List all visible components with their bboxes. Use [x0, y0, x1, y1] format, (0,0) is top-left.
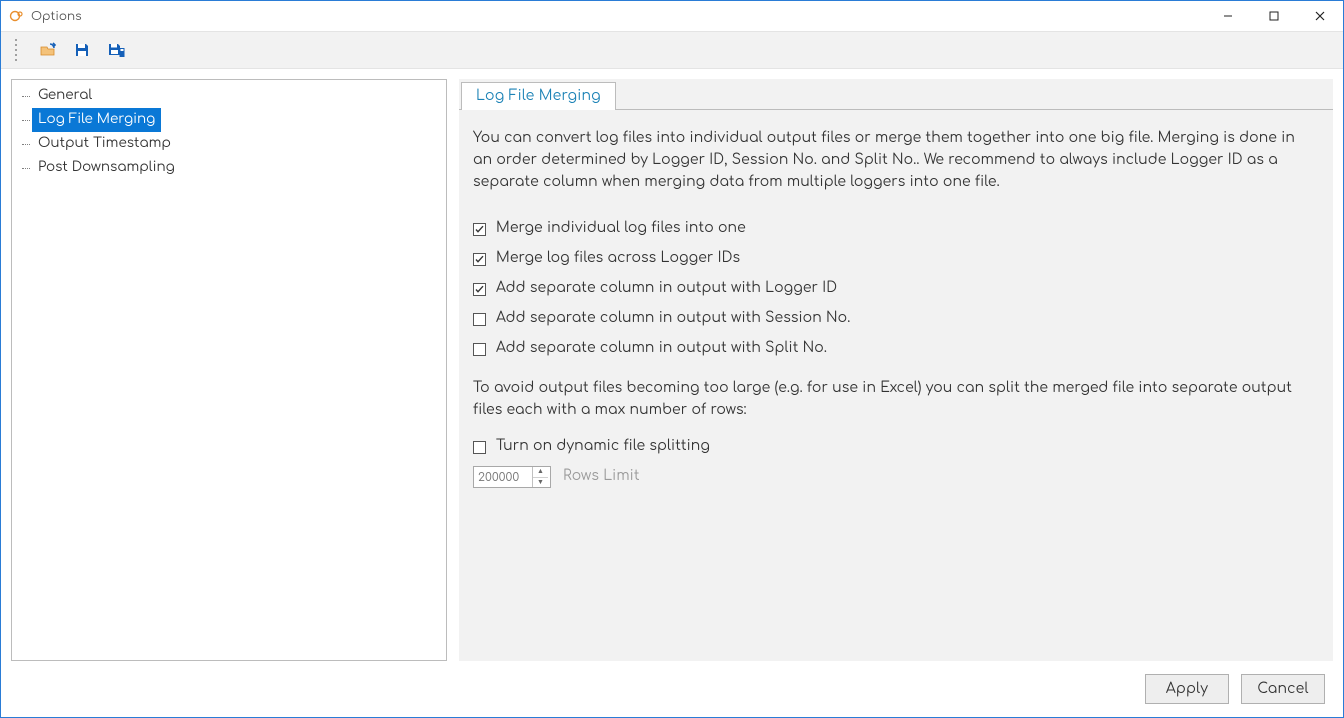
- checkbox-label: Add separate column in output with Sessi…: [496, 308, 850, 330]
- rows-limit-row: ▲ ▼ Rows Limit: [473, 466, 1309, 488]
- checkbox-icon: [473, 283, 486, 296]
- split-description: To avoid output files becoming too large…: [473, 378, 1309, 422]
- checkbox-label: Add separate column in output with Logge…: [496, 278, 837, 300]
- description-text: You can convert log files into individua…: [473, 128, 1309, 194]
- checkbox-icon: [473, 223, 486, 236]
- open-folder-button[interactable]: [35, 37, 61, 63]
- checkbox-label: Add separate column in output with Split…: [496, 338, 827, 360]
- save-as-button[interactable]: [103, 37, 129, 63]
- right-pane: Log File Merging You can convert log fil…: [459, 79, 1333, 661]
- cancel-button[interactable]: Cancel: [1241, 674, 1325, 704]
- rows-limit-input[interactable]: [474, 467, 532, 487]
- spin-arrows[interactable]: ▲ ▼: [532, 467, 548, 487]
- sidebar-item-log-file-merging[interactable]: Log File Merging: [32, 108, 161, 132]
- toolbar: [1, 31, 1343, 69]
- tree-row: Post Downsampling: [22, 156, 446, 180]
- footer: Apply Cancel: [1, 661, 1343, 717]
- checkbox-merge-across-logger-ids[interactable]: Merge log files across Logger IDs: [473, 248, 1309, 270]
- body: General Log File Merging Output Timestam…: [1, 69, 1343, 661]
- maximize-button[interactable]: [1251, 1, 1297, 31]
- tabbar: Log File Merging: [459, 79, 1333, 109]
- checkbox-add-split-no-column[interactable]: Add separate column in output with Split…: [473, 338, 1309, 360]
- options-window: Options: [0, 0, 1344, 718]
- checkbox-label: Merge individual log files into one: [496, 218, 746, 240]
- sidebar: General Log File Merging Output Timestam…: [11, 79, 447, 661]
- save-button[interactable]: [69, 37, 95, 63]
- sidebar-item-post-downsampling[interactable]: Post Downsampling: [32, 156, 181, 180]
- minimize-button[interactable]: [1205, 1, 1251, 31]
- checkbox-icon: [473, 343, 486, 356]
- spin-down-icon[interactable]: ▼: [533, 478, 548, 488]
- checkbox-label: Turn on dynamic file splitting: [496, 436, 710, 458]
- checkbox-merge-individual[interactable]: Merge individual log files into one: [473, 218, 1309, 240]
- apply-button[interactable]: Apply: [1145, 674, 1229, 704]
- app-icon: [9, 8, 25, 24]
- checkbox-icon: [473, 441, 486, 454]
- checkbox-icon: [473, 253, 486, 266]
- tree-row: General: [22, 84, 446, 108]
- checkbox-label: Merge log files across Logger IDs: [496, 248, 740, 270]
- toolbar-grip: [15, 39, 19, 61]
- close-button[interactable]: [1297, 1, 1343, 31]
- spin-up-icon[interactable]: ▲: [533, 467, 548, 478]
- checkbox-icon: [473, 313, 486, 326]
- titlebar: Options: [1, 1, 1343, 31]
- checkbox-add-logger-id-column[interactable]: Add separate column in output with Logge…: [473, 278, 1309, 300]
- tab-log-file-merging[interactable]: Log File Merging: [461, 82, 616, 110]
- tree-row: Log File Merging: [22, 108, 446, 132]
- rows-limit-spinbox[interactable]: ▲ ▼: [473, 466, 551, 488]
- rows-limit-label: Rows Limit: [563, 466, 640, 488]
- tab-content: You can convert log files into individua…: [459, 109, 1333, 661]
- sidebar-item-output-timestamp[interactable]: Output Timestamp: [32, 132, 177, 156]
- sidebar-item-general[interactable]: General: [32, 84, 98, 108]
- checkbox-dynamic-file-splitting[interactable]: Turn on dynamic file splitting: [473, 436, 1309, 458]
- tree-row: Output Timestamp: [22, 132, 446, 156]
- checkbox-add-session-no-column[interactable]: Add separate column in output with Sessi…: [473, 308, 1309, 330]
- window-title: Options: [31, 9, 82, 23]
